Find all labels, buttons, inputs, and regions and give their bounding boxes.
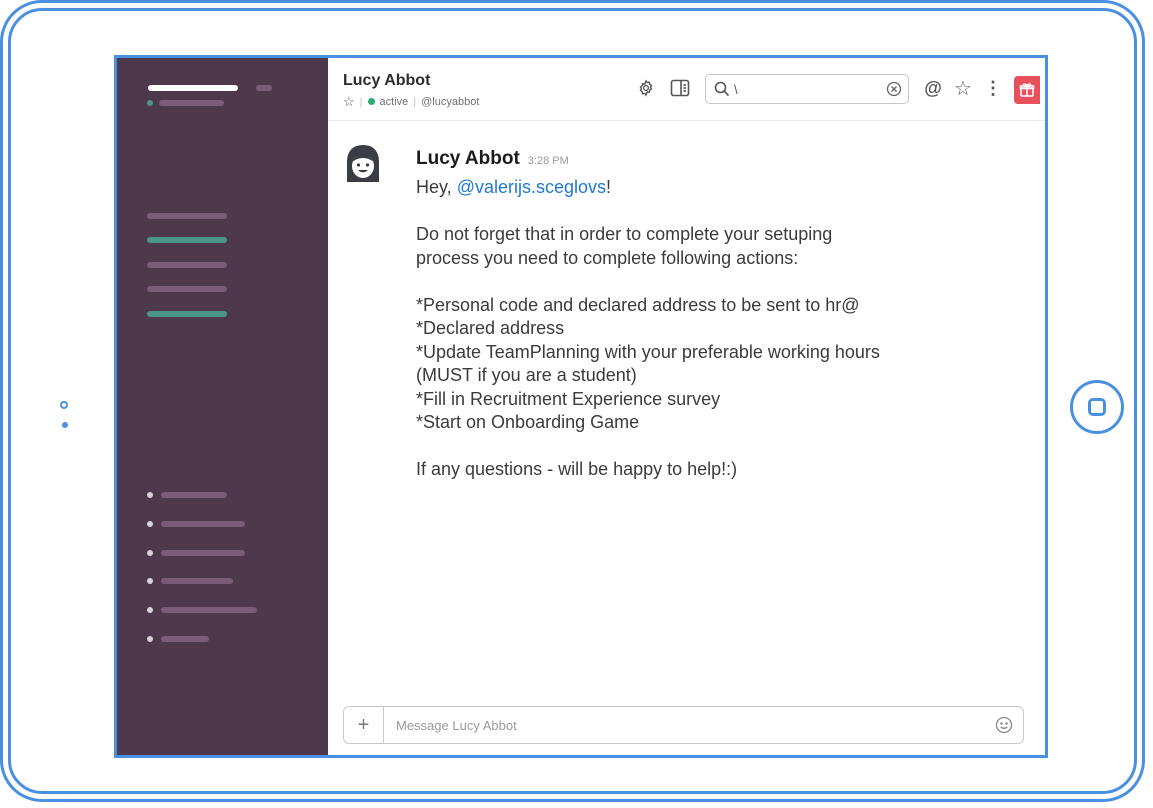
sensor-dot	[62, 422, 68, 428]
channel-item-placeholder[interactable]	[147, 311, 227, 317]
dm-item-placeholder[interactable]	[161, 492, 227, 498]
plus-icon[interactable]: +	[344, 707, 384, 743]
home-button[interactable]	[1070, 380, 1124, 434]
message-greeting: Hey, @valerijs.sceglovs!	[416, 176, 1026, 200]
channel-item-placeholder[interactable]	[147, 286, 227, 292]
presence-dot	[147, 100, 153, 106]
status-text: active	[379, 95, 409, 108]
home-square-icon	[1088, 398, 1106, 416]
camera-icon	[60, 401, 68, 409]
dm-presence-dot	[147, 492, 153, 498]
message-line: *Fill in Recruitment Experience survey	[416, 388, 721, 409]
greeting-prefix: Hey,	[416, 177, 457, 197]
conversation-meta: ☆ | active | @lucyabbot	[343, 95, 479, 108]
dm-presence-dot	[147, 636, 153, 642]
user-handle[interactable]: @lucyabbot	[421, 96, 479, 108]
message-line: *Declared address	[416, 318, 565, 338]
clear-icon[interactable]	[886, 81, 902, 97]
status-dot-icon	[367, 98, 375, 105]
conversation-pane: Lucy Abbot ☆ | active | @lucyabbot \ @ ☆…	[328, 58, 1045, 755]
avatar[interactable]	[345, 144, 381, 184]
channel-item-placeholder[interactable]	[147, 262, 227, 268]
divider: |	[413, 95, 417, 108]
app-screen: Lucy Abbot ☆ | active | @lucyabbot \ @ ☆…	[114, 55, 1048, 758]
gift-button[interactable]	[1014, 76, 1040, 104]
message-line: *Update TeamPlanning with your preferabl…	[416, 341, 880, 362]
divider: |	[359, 95, 363, 108]
message-line: (MUST if you are a student)	[416, 365, 637, 385]
message-header: Lucy Abbot 3:28 PM	[416, 148, 569, 170]
search-input[interactable]	[734, 79, 874, 99]
dm-presence-dot	[147, 550, 153, 556]
conversation-title[interactable]: Lucy Abbot	[343, 72, 430, 90]
message-line: *Start on Onboarding Game	[416, 412, 640, 432]
mention-icon[interactable]: @	[921, 76, 945, 100]
message-timestamp[interactable]: 3:28 PM	[528, 155, 569, 167]
message-input[interactable]	[396, 715, 956, 735]
user-mention-link[interactable]: @valerijs.sceglovs	[457, 177, 606, 197]
workspace-menu-placeholder[interactable]	[256, 85, 272, 91]
channel-item-placeholder[interactable]	[147, 237, 227, 243]
channel-item-placeholder[interactable]	[147, 213, 227, 219]
dm-item-placeholder[interactable]	[161, 550, 245, 556]
dm-presence-dot	[147, 607, 153, 613]
gift-icon	[1019, 83, 1035, 97]
message-composer: +	[343, 706, 1024, 744]
star-icon[interactable]: ☆	[951, 76, 975, 100]
workspace-name-placeholder[interactable]	[148, 85, 238, 91]
emoji-icon[interactable]	[995, 716, 1013, 734]
message-line: process you need to complete following a…	[416, 247, 799, 268]
more-vertical-icon[interactable]: ⋮	[981, 76, 1005, 100]
greeting-suffix: !	[606, 177, 612, 197]
message-body: Hey, @valerijs.sceglovs! Do not forget t…	[416, 176, 1026, 482]
star-icon[interactable]: ☆	[343, 95, 355, 108]
message-line: If any questions - will be happy to help…	[416, 459, 738, 479]
dm-presence-dot	[147, 578, 153, 584]
dm-item-placeholder[interactable]	[161, 607, 257, 613]
dm-item-placeholder[interactable]	[161, 578, 233, 584]
message-lines: Do not forget that in order to complete …	[416, 223, 1026, 482]
message-line: *Personal code and declared address to b…	[416, 294, 860, 315]
sidebar-panel-icon[interactable]	[668, 76, 692, 100]
message-sender[interactable]: Lucy Abbot	[416, 148, 520, 170]
search-icon	[714, 81, 730, 97]
dm-item-placeholder[interactable]	[161, 636, 209, 642]
search-box[interactable]	[705, 74, 909, 104]
dm-item-placeholder[interactable]	[161, 521, 245, 527]
sidebar	[117, 58, 328, 755]
dm-presence-dot	[147, 521, 153, 527]
message-line: Do not forget that in order to complete …	[416, 224, 833, 244]
channel-header: Lucy Abbot ☆ | active | @lucyabbot \ @ ☆…	[328, 58, 1045, 121]
gear-icon[interactable]	[634, 76, 658, 100]
username-placeholder	[159, 100, 224, 106]
